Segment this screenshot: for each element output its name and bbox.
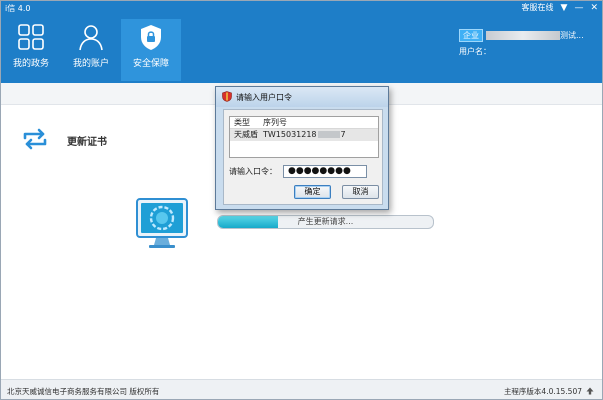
nav-label: 安全保障 <box>132 59 169 69</box>
serial-suffix: 7 <box>340 130 346 139</box>
cancel-button[interactable]: 取消 <box>342 185 379 199</box>
window-title: i信 4.0 <box>5 4 31 13</box>
app-window: i信 4.0 客服在线 ▼ — ✕ 我的政务 我的账户 安全保障 企业 测试..… <box>0 0 603 400</box>
password-row: 请输入口令： ●●●●●●●● <box>229 165 367 178</box>
enterprise-badge: 企业 <box>459 29 483 42</box>
dialog-titlebar: 请输入用户口令 <box>216 87 388 107</box>
window-controls: 客服在线 ▼ — ✕ <box>522 2 598 13</box>
serial-prefix: TW15031218 <box>263 130 317 139</box>
progress-bar: 产生更新请求... <box>217 215 434 229</box>
section-header: 更新证书 <box>21 127 107 154</box>
grid-icon <box>17 23 45 51</box>
password-input[interactable]: ●●●●●●●● <box>283 165 367 178</box>
ok-button[interactable]: 确定 <box>294 185 331 199</box>
main-nav: 我的政务 我的账户 安全保障 <box>1 19 181 81</box>
column-header-type: 类型 <box>234 118 250 127</box>
customer-service-link[interactable]: 客服在线 <box>522 2 554 13</box>
dialog-body: 类型 序列号 天威盾 TW15031218 7 请输入口令： ●●●●●●●● 确… <box>223 109 383 205</box>
dialog-title: 请输入用户口令 <box>236 92 292 102</box>
table-row[interactable]: 天威盾 TW15031218 7 <box>230 129 378 141</box>
column-header-serial: 序列号 <box>263 118 287 127</box>
minimize-button[interactable]: — <box>574 3 583 13</box>
cell-serial: TW15031218 7 <box>261 129 378 141</box>
enterprise-name: 测试... <box>486 30 584 41</box>
user-info: 企业 测试... 用户名： <box>459 29 584 57</box>
username-label: 用户名： <box>459 47 491 56</box>
close-button[interactable]: ✕ <box>590 3 598 13</box>
nav-my-affairs[interactable]: 我的政务 <box>1 19 61 81</box>
password-label: 请输入口令： <box>229 167 277 176</box>
monitor-icon <box>136 198 188 253</box>
redacted-name <box>486 31 560 40</box>
upgrade-icon[interactable] <box>586 387 594 397</box>
certificate-table: 类型 序列号 天威盾 TW15031218 7 <box>229 116 379 158</box>
version-info: 主程序版本4.0.15.507 <box>504 386 594 397</box>
copyright-text: 北京天威诚信电子商务服务有限公司 版权所有 <box>7 387 160 396</box>
progress-text: 产生更新请求... <box>297 217 354 226</box>
user-icon <box>77 23 105 51</box>
nav-label: 我的账户 <box>72 59 109 69</box>
password-dialog: 请输入用户口令 类型 序列号 天威盾 TW15031218 7 请输入口令： ●●… <box>215 86 389 210</box>
version-text: 主程序版本4.0.15.507 <box>503 387 582 396</box>
shield-icon <box>222 90 232 104</box>
header: i信 4.0 客服在线 ▼ — ✕ 我的政务 我的账户 安全保障 企业 测试..… <box>1 1 602 83</box>
nav-security[interactable]: 安全保障 <box>121 19 181 81</box>
table-header: 类型 序列号 <box>230 117 378 129</box>
nav-label: 我的政务 <box>12 59 49 69</box>
page-title: 更新证书 <box>67 137 107 148</box>
shield-icon <box>137 23 165 51</box>
redacted-serial <box>317 131 340 138</box>
enterprise-name-suffix: 测试... <box>560 31 584 40</box>
nav-my-account[interactable]: 我的账户 <box>61 19 121 81</box>
dropdown-arrow-icon[interactable]: ▼ <box>561 3 568 13</box>
cell-type: 天威盾 <box>234 130 258 139</box>
footer: 北京天威诚信电子商务服务有限公司 版权所有 主程序版本4.0.15.507 <box>1 379 602 399</box>
refresh-icon <box>21 127 49 154</box>
